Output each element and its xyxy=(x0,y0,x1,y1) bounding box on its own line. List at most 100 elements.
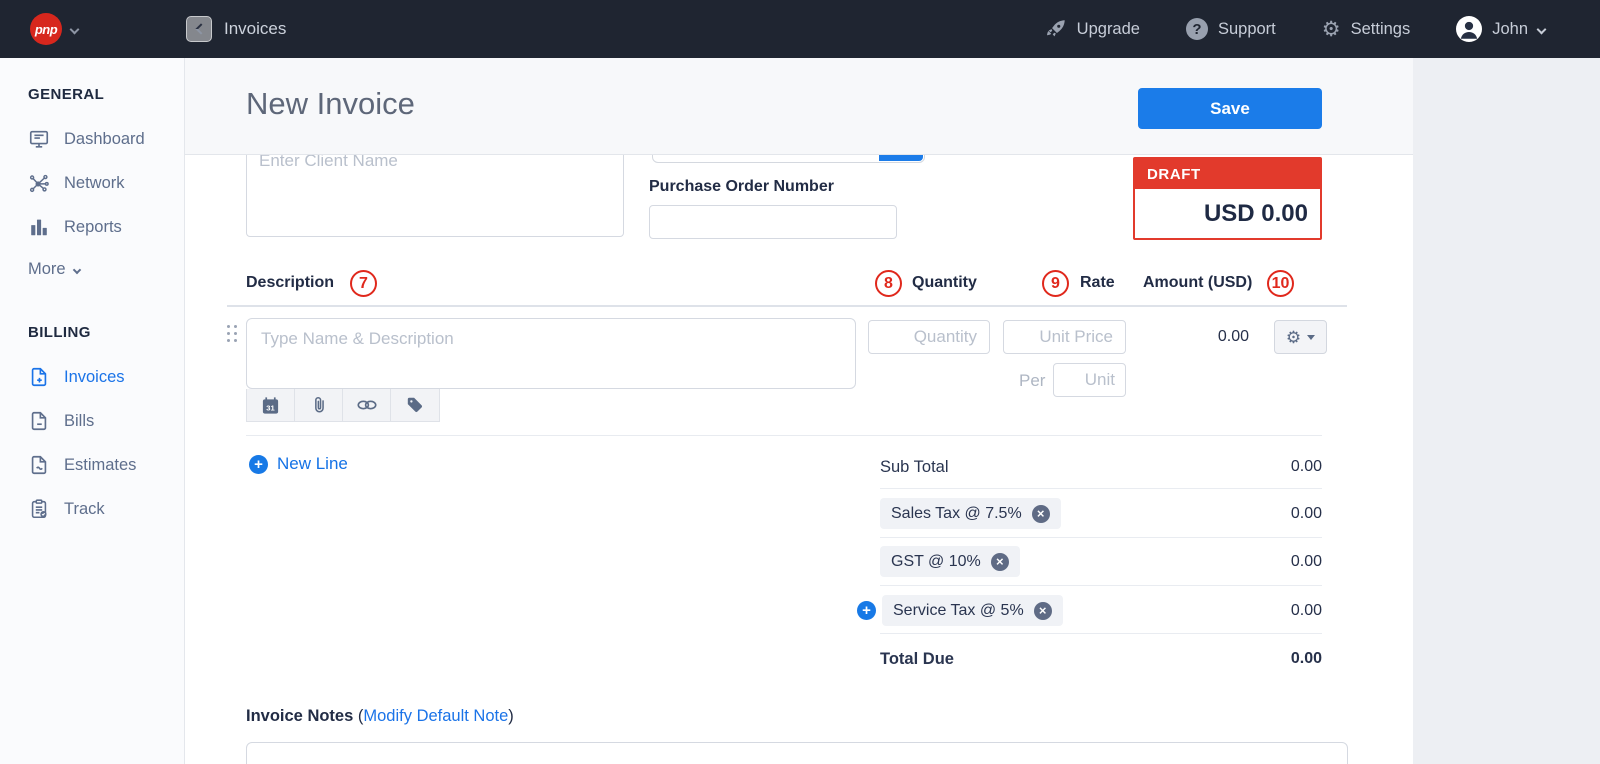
nodes-icon xyxy=(29,174,49,193)
sidebar-heading-general: GENERAL xyxy=(28,86,105,103)
callout-8: 8 xyxy=(875,270,902,297)
calendar-icon: 31 xyxy=(262,396,279,414)
total-due-label: Total Due xyxy=(880,650,954,668)
sidebar-item-track[interactable]: Track xyxy=(28,498,105,520)
chevron-down-icon xyxy=(72,265,81,274)
tax-label: Sales Tax @ 7.5% xyxy=(891,504,1022,522)
column-header-amount: Amount (USD) xyxy=(1143,274,1253,291)
tax-label: GST @ 10% xyxy=(891,552,981,570)
tax-pill-gst[interactable]: GST @ 10% × xyxy=(880,546,1020,577)
sidebar-item-label: Reports xyxy=(64,217,122,236)
sidebar-item-label: Network xyxy=(64,173,125,192)
chevron-down-icon xyxy=(1536,24,1547,34)
sidebar-item-label: Estimates xyxy=(64,455,137,474)
save-button[interactable]: Save xyxy=(1138,88,1322,129)
settings-label: Settings xyxy=(1350,19,1411,38)
quantity-input[interactable] xyxy=(868,320,990,354)
support-button[interactable]: ? Support xyxy=(1185,18,1276,40)
line-options-dropdown[interactable]: ⚙ xyxy=(1274,320,1327,354)
gear-icon: ⚙ xyxy=(1285,327,1302,347)
user-menu[interactable]: John xyxy=(1456,16,1547,42)
back-button[interactable] xyxy=(186,16,212,42)
chevron-down-icon xyxy=(1307,334,1316,340)
sidebar-item-more[interactable]: More xyxy=(28,260,81,279)
total-due-value: 0.00 xyxy=(1290,650,1322,667)
line-description-input[interactable] xyxy=(246,318,856,389)
invoice-notes-heading: Invoice Notes (Modify Default Note) xyxy=(246,707,514,726)
status-badge: DRAFT xyxy=(1135,159,1320,189)
breadcrumb[interactable]: Invoices xyxy=(224,19,286,39)
sidebar-item-invoices[interactable]: Invoices xyxy=(28,366,125,388)
sidebar-item-dashboard[interactable]: Dashboard xyxy=(28,128,145,150)
po-number-input[interactable] xyxy=(649,205,897,239)
invoice-status-card: DRAFT USD 0.00 xyxy=(1133,157,1322,240)
unit-price-input[interactable] xyxy=(1003,320,1126,354)
more-label: More xyxy=(28,260,66,278)
tax-value-sales: 0.00 xyxy=(1290,505,1322,522)
callout-7: 7 xyxy=(350,270,377,297)
tax-pill-service[interactable]: Service Tax @ 5% × xyxy=(882,595,1063,626)
tax-value-service: 0.00 xyxy=(1290,602,1322,619)
date-button[interactable]: 31 xyxy=(247,389,295,421)
remove-tax-icon[interactable]: × xyxy=(1033,601,1052,620)
app-logo: pnp xyxy=(30,13,62,45)
bar-chart-icon xyxy=(31,219,47,236)
subtotal-label: Sub Total xyxy=(880,458,949,476)
upgrade-label: Upgrade xyxy=(1076,19,1140,38)
remove-tax-icon[interactable]: × xyxy=(1031,504,1050,523)
callout-10: 10 xyxy=(1267,270,1294,297)
attachment-button[interactable] xyxy=(295,389,343,421)
totals-divider xyxy=(880,488,1322,489)
new-line-label: New Line xyxy=(277,454,348,473)
per-label: Per xyxy=(1019,371,1046,390)
app-logo-menu[interactable]: pnp xyxy=(30,13,80,45)
link-button[interactable] xyxy=(343,389,391,421)
add-tax-icon[interactable]: + xyxy=(857,601,876,620)
sidebar-item-network[interactable]: Network xyxy=(28,172,125,194)
page-title: New Invoice xyxy=(246,86,415,121)
column-header-quantity: Quantity xyxy=(912,274,977,291)
avatar xyxy=(1456,16,1483,42)
sidebar: GENERAL Dashboard Network Reports More B… xyxy=(0,58,185,764)
paren: ( xyxy=(353,707,364,725)
line-item-divider xyxy=(246,435,1322,436)
plus-icon: + xyxy=(249,454,268,474)
modify-default-note-link[interactable]: Modify Default Note xyxy=(363,707,508,725)
tag-icon xyxy=(407,397,423,413)
sidebar-item-label: Dashboard xyxy=(64,129,145,148)
sidebar-item-estimates[interactable]: Estimates xyxy=(28,454,136,476)
sidebar-item-label: Bills xyxy=(64,411,95,430)
chevron-down-icon xyxy=(69,24,80,34)
upgrade-button[interactable]: Upgrade xyxy=(1045,18,1140,40)
link-icon xyxy=(356,400,377,410)
paren: ) xyxy=(508,707,514,725)
document-plus-icon xyxy=(31,367,47,387)
tag-button[interactable] xyxy=(391,389,439,421)
drag-handle[interactable] xyxy=(227,325,237,342)
column-header-rate: Rate xyxy=(1080,274,1115,291)
rocket-icon xyxy=(1046,20,1065,37)
unit-input[interactable] xyxy=(1053,363,1126,397)
top-bar: pnp Invoices Upgrade ? Support ⚙ Setting… xyxy=(0,0,1600,58)
client-name-input[interactable] xyxy=(246,142,624,237)
table-header-divider xyxy=(227,305,1347,307)
invoice-editor: Purchase Order Number DRAFT USD 0.00 Des… xyxy=(185,58,1413,764)
topbar-actions: Upgrade ? Support ⚙ Settings John xyxy=(1045,0,1547,58)
sidebar-item-label: Invoices xyxy=(64,367,125,386)
invoice-total-amount: USD 0.00 xyxy=(1203,199,1308,227)
user-name: John xyxy=(1492,19,1528,38)
new-line-button[interactable]: + New Line xyxy=(249,454,348,474)
sidebar-heading-billing: BILLING xyxy=(28,324,91,341)
tax-pill-sales[interactable]: Sales Tax @ 7.5% × xyxy=(880,498,1061,529)
line-amount: 0.00 xyxy=(1217,328,1249,345)
sidebar-item-bills[interactable]: Bills xyxy=(28,410,94,432)
remove-tax-icon[interactable]: × xyxy=(990,552,1009,571)
invoice-notes-input[interactable] xyxy=(246,742,1348,764)
settings-button[interactable]: ⚙ Settings xyxy=(1322,19,1410,40)
monitor-icon xyxy=(29,130,49,148)
sidebar-item-reports[interactable]: Reports xyxy=(28,216,122,238)
column-header-description: Description xyxy=(246,274,335,291)
invoice-notes-label: Invoice Notes xyxy=(246,707,354,725)
totals-divider xyxy=(880,537,1322,538)
app-window: pnp Invoices Upgrade ? Support ⚙ Setting… xyxy=(0,0,1600,764)
